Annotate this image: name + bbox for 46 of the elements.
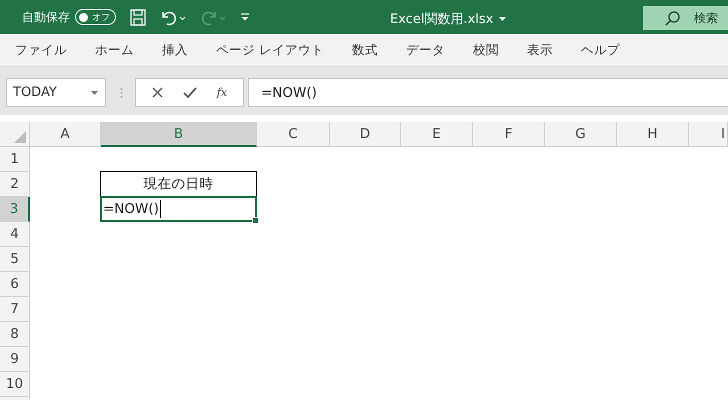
ribbon-tab[interactable]: 挿入: [152, 34, 198, 66]
checkmark-icon[interactable]: [182, 87, 197, 98]
row-header[interactable]: 10: [0, 372, 30, 397]
column-header[interactable]: D: [330, 122, 401, 147]
column-header[interactable]: G: [545, 122, 617, 147]
column-header[interactable]: I: [689, 122, 728, 147]
save-icon[interactable]: [130, 8, 146, 26]
dropdown-caret-icon[interactable]: [91, 90, 98, 94]
column-header[interactable]: E: [401, 122, 473, 147]
column-header[interactable]: C: [257, 122, 330, 147]
name-box[interactable]: TODAY: [6, 78, 106, 107]
dropdown-caret-icon[interactable]: [499, 17, 506, 21]
ribbon-tab[interactable]: ページ レイアウト: [206, 34, 334, 66]
ribbon-tab[interactable]: データ: [396, 34, 455, 66]
row-header[interactable]: 1: [0, 147, 30, 172]
row-header[interactable]: 4: [0, 222, 30, 247]
row-header[interactable]: 6: [0, 272, 30, 297]
row-header[interactable]: 5: [0, 247, 30, 272]
active-cell[interactable]: =NOW(): [100, 196, 257, 222]
search-field[interactable]: 検索: [643, 6, 728, 30]
table-cell: 現在の日時: [100, 171, 257, 197]
ribbon-tab[interactable]: ホーム: [85, 34, 144, 66]
insert-function-button[interactable]: fx: [216, 86, 228, 99]
ribbon-tab[interactable]: ヘルプ: [570, 34, 630, 66]
column-header[interactable]: A: [30, 122, 101, 147]
row-header[interactable]: 8: [0, 322, 30, 347]
formula-field[interactable]: =NOW(): [248, 78, 728, 107]
search-icon[interactable]: [665, 10, 680, 26]
drag-handle-icon[interactable]: [120, 86, 123, 98]
cancel-icon[interactable]: [152, 87, 163, 98]
file-name: Excel関数用.xlsx: [390, 11, 494, 28]
customize-icon[interactable]: [240, 11, 250, 23]
row-header[interactable]: 3: [0, 197, 30, 222]
ribbon-tab[interactable]: 表示: [516, 34, 563, 66]
column-header[interactable]: F: [473, 122, 545, 147]
autosave-label: 自動保存: [22, 8, 70, 26]
row-header[interactable]: 9: [0, 347, 30, 372]
column-header[interactable]: B: [101, 122, 257, 147]
row-header[interactable]: 7: [0, 297, 30, 322]
ribbon-tab[interactable]: ファイル: [5, 34, 77, 66]
column-header[interactable]: H: [617, 122, 689, 147]
ribbon-tab[interactable]: 校閲: [462, 34, 509, 66]
ribbon-tab[interactable]: 数式: [342, 34, 388, 66]
undo-icon[interactable]: [160, 8, 186, 26]
autosave-toggle[interactable]: オフ: [75, 9, 116, 25]
row-header[interactable]: 2: [0, 172, 30, 197]
